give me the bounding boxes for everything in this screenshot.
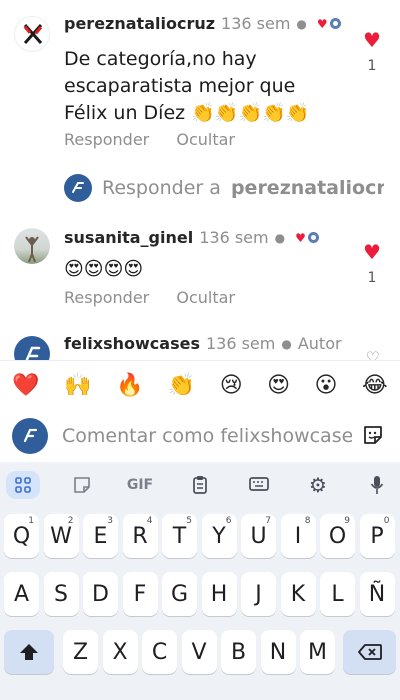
key-u[interactable]: U7: [241, 514, 276, 558]
liked-by-author-icon: ♥: [295, 230, 306, 245]
separator-dot: ●: [281, 336, 292, 351]
key-r[interactable]: R4: [122, 514, 158, 558]
key-y[interactable]: Y6: [201, 514, 237, 558]
emoji-fire[interactable]: 🔥: [116, 373, 143, 398]
key-t[interactable]: T5: [162, 514, 197, 558]
comment-text: 😍😍😍😍: [64, 258, 144, 280]
comment-username[interactable]: felixshowcases: [64, 334, 200, 353]
microphone-icon[interactable]: [362, 471, 392, 499]
key-q[interactable]: Q1: [4, 514, 39, 558]
separator-dot: ●: [274, 230, 286, 245]
like-outline-icon[interactable]: ♡: [366, 348, 380, 360]
separator-dot: ●: [296, 16, 307, 31]
key-j[interactable]: J: [241, 572, 276, 616]
author-avatar-badge: [307, 232, 319, 243]
emoji-raising-hands[interactable]: 🙌: [64, 373, 91, 398]
comment-time: 136 sem: [199, 228, 269, 247]
key-p[interactable]: P0: [359, 514, 395, 558]
keyboard-icon[interactable]: [244, 471, 274, 499]
key-h[interactable]: H: [201, 572, 237, 616]
like-count: 1: [367, 270, 377, 286]
key-l[interactable]: L: [320, 572, 355, 616]
avatar[interactable]: [14, 336, 50, 360]
author-badge: Autor: [297, 334, 342, 353]
brand-logo-icon: [23, 24, 43, 44]
like-count: 1: [367, 58, 377, 74]
reply-button[interactable]: Responder: [64, 288, 149, 307]
key-z[interactable]: Z: [63, 630, 98, 674]
reply-button[interactable]: Responder: [64, 130, 149, 149]
comment-composer: Comentar como felixshowcases: [0, 410, 400, 462]
key-m[interactable]: M: [300, 630, 335, 674]
key-n[interactable]: N: [260, 630, 296, 674]
emoji-surprised[interactable]: 😮: [315, 373, 338, 398]
sticker-icon[interactable]: [67, 471, 97, 499]
key-row-1: Q1 W2 E3 R4 T5 Y6 U7 I8 O9 P0: [0, 514, 400, 560]
comment-time: 136 sem: [205, 334, 276, 353]
key-k[interactable]: K: [280, 572, 316, 616]
hide-button[interactable]: Ocultar: [176, 288, 235, 307]
emoji-laughing[interactable]: 😂: [362, 373, 388, 398]
avatar[interactable]: [14, 16, 50, 52]
key-c[interactable]: C: [142, 630, 177, 674]
comment-text: De categoría,no hay escaparatista mejor …: [64, 48, 310, 124]
keyboard-toolbar: GIF ⚙: [0, 462, 400, 508]
key-row-2: A S D F G H J K L Ñ: [0, 572, 400, 618]
key-n-tilde[interactable]: Ñ: [359, 572, 395, 616]
key-w[interactable]: W2: [43, 514, 79, 558]
emoji-heart[interactable]: ❤️: [12, 373, 39, 398]
key-v[interactable]: V: [181, 630, 217, 674]
emoji-clap[interactable]: 👏: [168, 373, 195, 398]
comment-time: 136 sem: [221, 14, 291, 33]
brand-logo-icon: [25, 346, 41, 360]
key-g[interactable]: G: [162, 572, 197, 616]
key-a[interactable]: A: [4, 572, 39, 616]
comment-input[interactable]: Comentar como felixshowcases: [62, 425, 352, 447]
clipboard-icon[interactable]: [185, 471, 215, 499]
shift-arrow-icon: [20, 644, 38, 660]
key-i[interactable]: I8: [280, 514, 316, 558]
reply-thread-prefix: Responder a: [102, 177, 227, 199]
key-x[interactable]: X: [102, 630, 138, 674]
comment-username[interactable]: susanita_ginel: [64, 228, 193, 247]
avatar[interactable]: [14, 228, 50, 264]
key-b[interactable]: B: [221, 630, 256, 674]
key-e[interactable]: E3: [83, 514, 118, 558]
on-screen-keyboard: GIF ⚙ Q1 W2 E3 R4 T5 Y6 U7 I8 O9 P0 A S …: [0, 462, 400, 700]
reply-thread-username: pereznataliocruz: [230, 177, 384, 199]
shift-key[interactable]: [4, 630, 54, 674]
key-s[interactable]: S: [43, 572, 79, 616]
comment-username[interactable]: pereznataliocruz: [64, 14, 215, 33]
person-photo-icon: [25, 236, 39, 263]
emoji-heart-eyes[interactable]: 😍: [267, 373, 290, 398]
backspace-icon: [357, 644, 382, 660]
avatar: [12, 418, 48, 454]
key-d[interactable]: D: [83, 572, 118, 616]
emoji-quick-bar: ❤️ 🙌 🔥 👏 😢 😍 😮 😂: [0, 360, 400, 410]
comment-item: felixshowcases 136 sem ● Autor ♡: [0, 322, 400, 360]
brand-logo-icon: [23, 428, 38, 443]
key-f[interactable]: F: [122, 572, 158, 616]
apps-grid-icon[interactable]: [6, 471, 40, 499]
hide-button[interactable]: Ocultar: [176, 130, 235, 149]
author-avatar-badge: [329, 18, 341, 29]
backspace-key[interactable]: [343, 630, 396, 674]
like-heart-icon[interactable]: ♥: [362, 30, 382, 50]
brand-logo-icon: [64, 174, 92, 202]
settings-gear-icon[interactable]: ⚙: [303, 471, 333, 499]
liked-by-author-icon: ♥: [316, 16, 328, 31]
emoji-crying[interactable]: 😢: [220, 373, 243, 398]
key-row-3: Z X C V B N M: [0, 630, 400, 676]
key-o[interactable]: O9: [320, 514, 355, 558]
comment-item: susanita_ginel 136 sem ● ♥ 😍😍😍😍 Responde…: [0, 212, 400, 322]
view-replies-link[interactable]: Responder a pereznataliocruz: [64, 172, 384, 204]
sticker-icon[interactable]: [362, 424, 384, 446]
comment-item: pereznataliocruz 136 sem ● ♥ De categorí…: [0, 0, 400, 170]
gif-button[interactable]: GIF: [125, 471, 155, 499]
like-heart-icon[interactable]: ♥: [362, 242, 382, 262]
